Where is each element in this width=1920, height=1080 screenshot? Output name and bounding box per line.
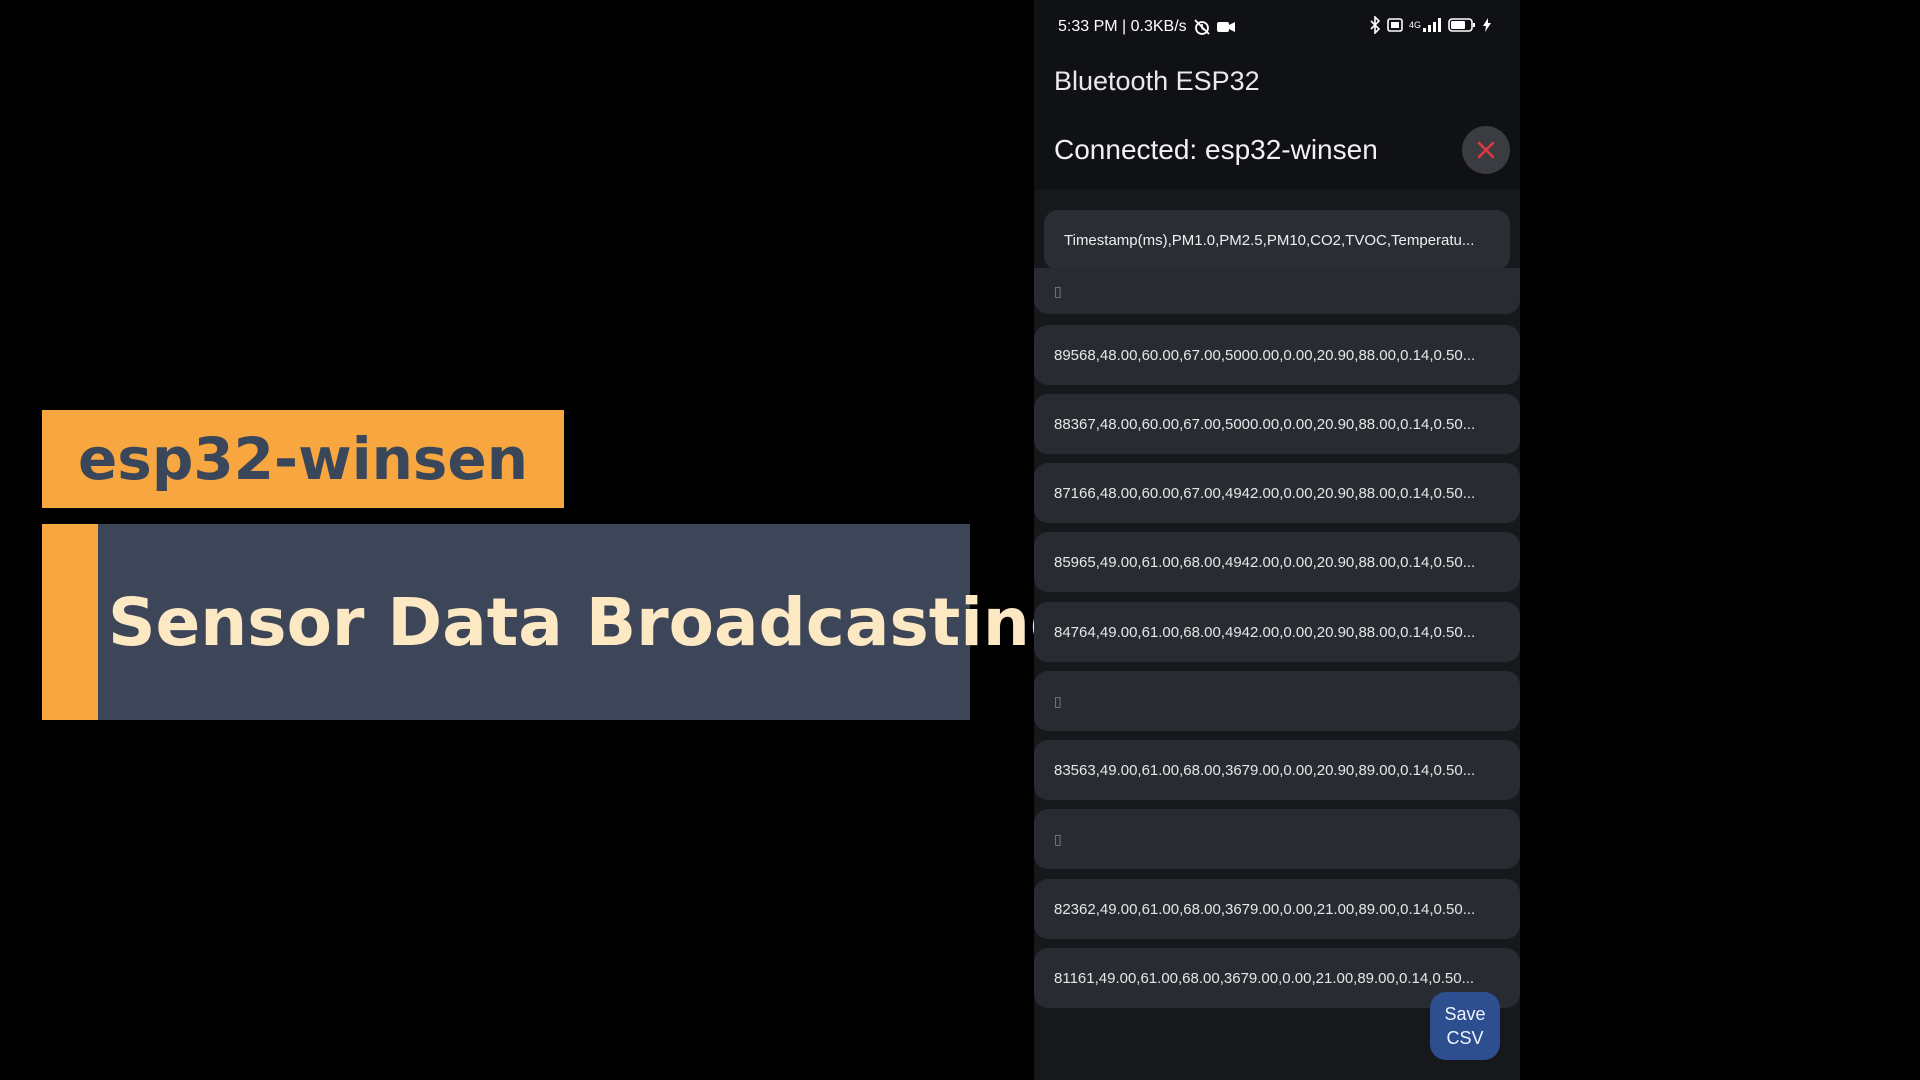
alarm-off-icon <box>1193 18 1211 36</box>
list-item-text: ▯ <box>1054 282 1062 299</box>
list-item-text: 89568,48.00,60.00,67.00,5000.00,0.00,20.… <box>1054 346 1476 364</box>
list-item[interactable]: 83563,49.00,61.00,68.00,3679.00,0.00,20.… <box>1034 740 1520 800</box>
device-name-tag-text: esp32-winsen <box>77 425 529 493</box>
title-banner: Sensor Data Broadcasting <box>42 524 1077 720</box>
sim-icon <box>1387 18 1403 32</box>
connection-status: Connected: esp32-winsen <box>1054 134 1378 165</box>
status-right: 4G <box>1369 16 1492 34</box>
list-item[interactable]: 88367,48.00,60.00,67.00,5000.00,0.00,20.… <box>1034 394 1520 454</box>
charging-icon <box>1482 18 1492 32</box>
phone-screen: 5:33 PM | 0.3KB/s 4G Bluetooth ESP32 Con… <box>1034 0 1520 1080</box>
save-csv-button[interactable]: Save CSV <box>1430 992 1500 1060</box>
list-item-text: ▯ <box>1054 830 1062 847</box>
video-camera-icon <box>1216 20 1235 34</box>
csv-header-text: Timestamp(ms),PM1.0,PM2.5,PM10,CO2,TVOC,… <box>1064 231 1475 249</box>
disconnect-button[interactable] <box>1462 126 1510 174</box>
list-item[interactable]: ▯ <box>1034 809 1520 869</box>
app-bar: Bluetooth ESP32 Connected: esp32-winsen <box>1034 54 1520 190</box>
close-icon <box>1476 140 1496 160</box>
list-item[interactable]: 82362,49.00,61.00,68.00,3679.00,0.00,21.… <box>1034 879 1520 939</box>
status-bar: 5:33 PM | 0.3KB/s 4G <box>1034 0 1520 54</box>
bluetooth-icon <box>1369 16 1381 34</box>
list-item-text: 83563,49.00,61.00,68.00,3679.00,0.00,20.… <box>1054 761 1476 779</box>
video-frame: esp32-winsen Sensor Data Broadcasting 5:… <box>0 0 1920 1080</box>
list-item-text: 88367,48.00,60.00,67.00,5000.00,0.00,20.… <box>1054 415 1476 433</box>
csv-header-row: Timestamp(ms),PM1.0,PM2.5,PM10,CO2,TVOC,… <box>1044 210 1510 270</box>
list-item[interactable]: ▯ <box>1034 671 1520 731</box>
list-item[interactable]: ▯ <box>1034 268 1520 314</box>
list-item[interactable]: 89568,48.00,60.00,67.00,5000.00,0.00,20.… <box>1034 325 1520 385</box>
list-item-text: 84764,49.00,61.00,68.00,4942.00,0.00,20.… <box>1054 623 1476 641</box>
list-item-text: 85965,49.00,61.00,68.00,4942.00,0.00,20.… <box>1054 553 1476 571</box>
status-time-network: 5:33 PM | 0.3KB/s <box>1058 18 1187 35</box>
signal-icon: 4G <box>1409 18 1442 32</box>
list-item[interactable]: 85965,49.00,61.00,68.00,4942.00,0.00,20.… <box>1034 532 1520 592</box>
banner-accent-bar <box>42 524 98 720</box>
list-item[interactable]: 84764,49.00,61.00,68.00,4942.00,0.00,20.… <box>1034 602 1520 662</box>
list-item[interactable]: 87166,48.00,60.00,67.00,4942.00,0.00,20.… <box>1034 463 1520 523</box>
network-type-label: 4G <box>1408 20 1421 30</box>
banner-title: Sensor Data Broadcasting <box>108 583 1078 661</box>
save-csv-label-line2: CSV <box>1446 1028 1484 1048</box>
list-item-text: 81161,49.00,61.00,68.00,3679.00,0.00,21.… <box>1054 969 1475 987</box>
app-title: Bluetooth ESP32 <box>1054 66 1260 96</box>
device-name-tag: esp32-winsen <box>42 410 564 508</box>
list-item-text: 87166,48.00,60.00,67.00,4942.00,0.00,20.… <box>1054 484 1476 502</box>
status-left: 5:33 PM | 0.3KB/s <box>1058 18 1235 36</box>
list-item-text: ▯ <box>1054 692 1062 709</box>
battery-icon <box>1448 18 1476 32</box>
save-csv-label-line1: Save <box>1444 1004 1486 1024</box>
list-item-text: 82362,49.00,61.00,68.00,3679.00,0.00,21.… <box>1054 900 1476 918</box>
